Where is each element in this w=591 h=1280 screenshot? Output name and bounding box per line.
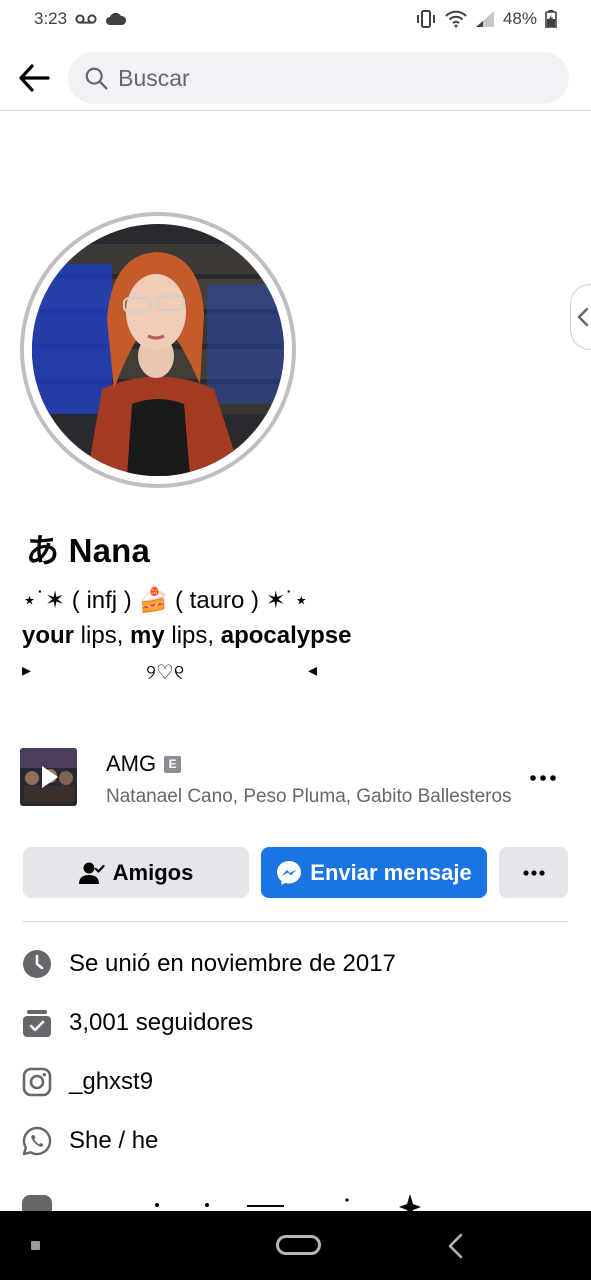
detail-instagram[interactable]: _ghxst9: [22, 1062, 568, 1102]
detail-whatsapp[interactable]: She / he: [22, 1121, 568, 1161]
more-dots-icon: [522, 869, 545, 876]
battery-percent: 48%: [502, 9, 537, 28]
instagram-icon: [22, 1067, 52, 1097]
bio-line-2: your lips, my lips, apocalypse: [22, 622, 351, 650]
send-message-button[interactable]: Enviar mensaje: [261, 847, 487, 898]
detail-followers-text: 3,001 seguidores: [69, 1009, 254, 1036]
search-icon: [85, 67, 108, 90]
profile-picture[interactable]: [32, 224, 284, 476]
cloud-icon: [105, 12, 127, 26]
nav-back-icon[interactable]: [446, 1233, 466, 1259]
bio-segment: lips,: [164, 622, 221, 649]
friends-button-label: Amigos: [112, 859, 194, 885]
clock-icon: [22, 949, 52, 979]
profile-name: あ Nana: [26, 532, 151, 569]
status-bar: 3:23 48%: [0, 0, 591, 38]
system-nav-bar: [0, 1211, 591, 1280]
content-divider: [23, 921, 568, 922]
detail-partial-row: [22, 1190, 442, 1212]
detail-whatsapp-text: She / he: [69, 1127, 159, 1154]
battery-icon: [545, 10, 557, 28]
detail-joined-text: Se unió en noviembre de 2017: [69, 950, 396, 977]
arrow-left-icon: [19, 64, 50, 92]
bio-segment: apocalypse: [220, 622, 352, 649]
status-right: 48%: [415, 9, 557, 29]
profile-more-button[interactable]: [499, 847, 568, 898]
profile-music[interactable]: AMG E Natanael Cano, Peso Pluma, Gabito …: [20, 748, 568, 808]
explicit-badge: E: [164, 755, 182, 773]
status-time: 3:23: [34, 9, 68, 28]
bio-line-1: ⋆˙✶ ( infj ) 🍰 ( tauro ) ✶˙⋆: [22, 587, 309, 614]
profile-picture-ring[interactable]: [20, 212, 296, 488]
chevron-left-icon: [577, 307, 589, 327]
detail-followers[interactable]: 3,001 seguidores: [22, 1003, 568, 1043]
header-divider: [0, 110, 591, 111]
followers-icon: [22, 1008, 52, 1038]
bio-arrow-left: ◂: [308, 660, 318, 680]
voicemail-icon: [75, 13, 97, 25]
home-button[interactable]: [276, 1235, 321, 1255]
song-artists: Natanael Cano, Peso Pluma, Gabito Balles…: [106, 786, 512, 807]
back-button[interactable]: [16, 60, 52, 96]
more-dots-icon: [530, 775, 556, 781]
search-input[interactable]: [118, 64, 553, 92]
song-title: AMG: [106, 751, 157, 776]
recents-button[interactable]: [31, 1241, 40, 1250]
bio-arrow-right: ▸: [22, 660, 32, 680]
send-message-label: Enviar mensaje: [310, 859, 472, 885]
music-more-button[interactable]: [526, 766, 560, 790]
wifi-icon: [445, 10, 467, 28]
bio-segment: your: [22, 622, 75, 649]
friends-button[interactable]: Amigos: [23, 847, 249, 898]
vibrate-icon: [415, 10, 437, 28]
bio-segment: my: [130, 622, 165, 649]
signal-icon: [475, 10, 495, 28]
side-panel-tab[interactable]: [570, 284, 591, 350]
whatsapp-icon: [22, 1126, 52, 1156]
status-left: 3:23: [34, 9, 127, 29]
top-header: [0, 46, 591, 110]
friend-check-icon: [78, 862, 105, 884]
detail-joined: Se unió en noviembre de 2017: [22, 944, 568, 984]
search-bar[interactable]: [68, 52, 569, 104]
messenger-icon: [277, 860, 302, 885]
bio-segment: lips,: [74, 622, 131, 649]
bio-heart-ornament: ୨♡୧: [146, 662, 185, 684]
song-title-row: AMG E: [106, 751, 182, 777]
detail-instagram-text: _ghxst9: [69, 1068, 154, 1095]
album-art[interactable]: [20, 748, 77, 806]
